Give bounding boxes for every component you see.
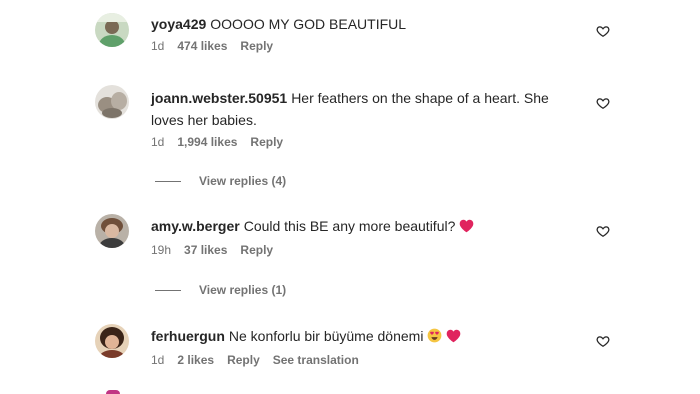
comment-text: OOOOO MY GOD BEAUTIFUL: [210, 16, 407, 32]
comment-time[interactable]: 19h: [151, 243, 171, 257]
see-translation-button[interactable]: See translation: [273, 353, 359, 367]
heart-outline-icon[interactable]: [596, 24, 610, 38]
comment-username[interactable]: ferhuergun: [151, 328, 225, 344]
heart-outline-icon[interactable]: [596, 334, 610, 348]
comment-likes[interactable]: 1,994 likes: [177, 135, 237, 149]
comment-time[interactable]: 1d: [151, 39, 164, 53]
comment-time[interactable]: 1d: [151, 135, 164, 149]
reply-button[interactable]: Reply: [240, 243, 273, 257]
divider: [155, 180, 181, 182]
comment-username[interactable]: yoya429: [151, 16, 206, 32]
avatar[interactable]: [95, 324, 129, 358]
reply-button[interactable]: Reply: [240, 39, 273, 53]
heart-outline-icon[interactable]: [596, 96, 610, 110]
comment-username[interactable]: joann.webster.50951: [151, 90, 287, 106]
avatar[interactable]: [106, 390, 120, 394]
view-replies-button[interactable]: View replies (1): [155, 283, 286, 297]
view-replies-label[interactable]: View replies (1): [199, 283, 286, 297]
divider: [155, 289, 181, 291]
reply-button[interactable]: Reply: [227, 353, 260, 367]
avatar[interactable]: [95, 85, 129, 119]
view-replies-label[interactable]: View replies (4): [199, 174, 286, 188]
comment-text: Her feathers on the shape of a heart. Sh…: [291, 90, 549, 106]
comment-text: Ne konforlu bir büyüme dönemi: [228, 328, 424, 344]
comment-likes[interactable]: 37 likes: [184, 243, 227, 257]
avatar[interactable]: [95, 13, 129, 47]
view-replies-button[interactable]: View replies (4): [155, 174, 286, 188]
reply-button[interactable]: Reply: [250, 135, 283, 149]
comment-text-continued: loves her babies.: [151, 112, 257, 128]
comment-likes[interactable]: 474 likes: [177, 39, 227, 53]
comment-time[interactable]: 1d: [151, 353, 164, 367]
comment-username[interactable]: amy.w.berger: [151, 218, 240, 234]
heart-eyes-emoji: [427, 327, 442, 349]
heart-outline-icon[interactable]: [596, 224, 610, 238]
comment-likes[interactable]: 2 likes: [177, 353, 214, 367]
comment-text: Could this BE any more beautiful?: [243, 218, 456, 234]
avatar[interactable]: [95, 214, 129, 248]
red-heart-emoji: [446, 327, 461, 349]
red-heart-emoji: [459, 217, 474, 239]
